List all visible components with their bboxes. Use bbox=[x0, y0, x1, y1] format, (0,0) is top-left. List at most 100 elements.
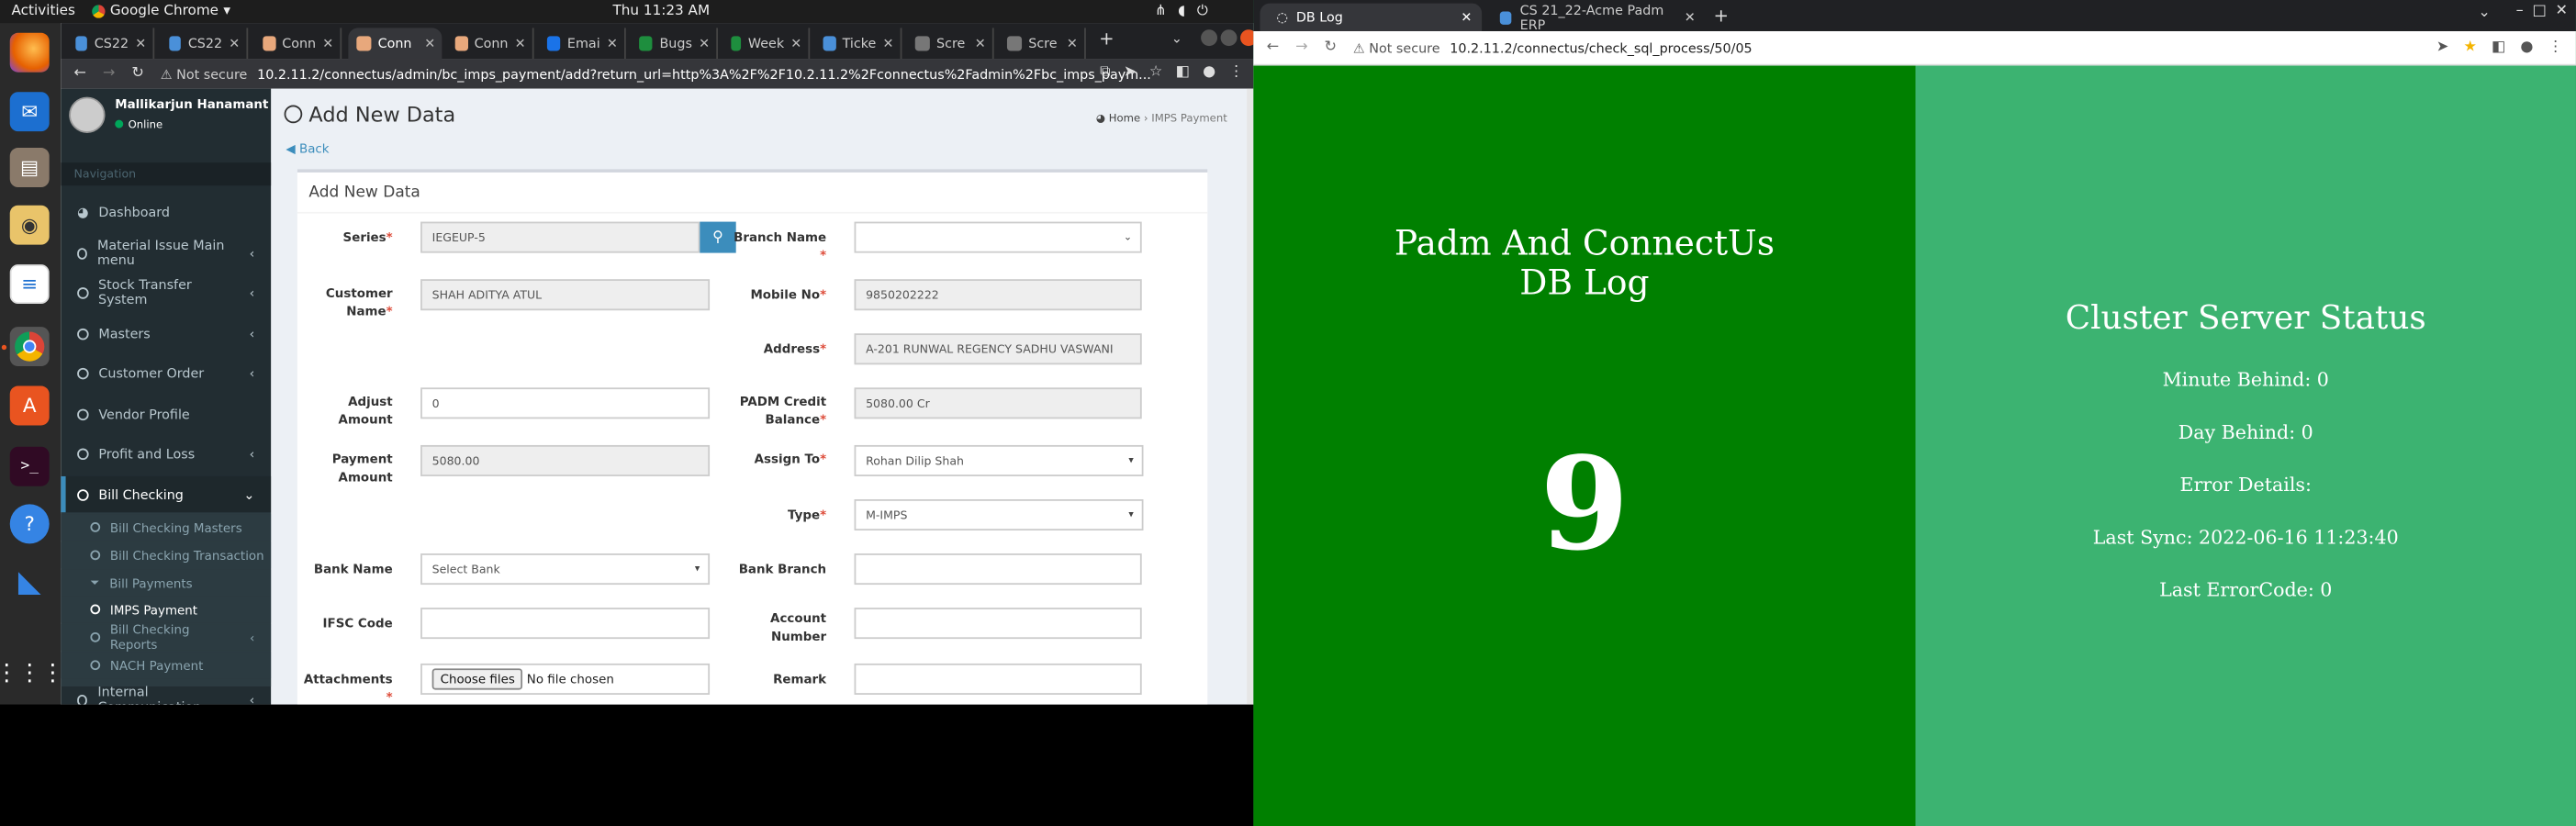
maximize-button[interactable]: □ bbox=[2532, 4, 2546, 20]
browser-tab[interactable]: Conn ✕ bbox=[447, 28, 534, 60]
browser-tab-active[interactable]: ◌ DB Log ✕ bbox=[1260, 3, 1483, 32]
close-icon[interactable]: ✕ bbox=[1067, 36, 1078, 50]
back-arrow-icon[interactable]: ← bbox=[74, 66, 87, 83]
remark-field[interactable] bbox=[854, 663, 1142, 695]
padm-credit-balance-field[interactable]: 5080.00 Cr bbox=[854, 387, 1142, 419]
sidebar-sub-imps-payment[interactable]: IMPS Payment bbox=[61, 596, 272, 623]
side-panel-icon[interactable]: ◧ bbox=[1176, 64, 1190, 81]
payment-amount-field[interactable]: 5080.00 bbox=[420, 444, 711, 476]
breadcrumb-home[interactable]: Home bbox=[1109, 112, 1140, 125]
chrome-dock-icon[interactable] bbox=[9, 327, 50, 367]
sidebar-item-material-issue[interactable]: Material Issue Main menu ‹ bbox=[61, 235, 271, 271]
menu-kebab-icon[interactable]: ⋮ bbox=[2548, 39, 2563, 56]
rhythmbox-icon[interactable]: ◉ bbox=[9, 205, 50, 245]
close-window-button[interactable] bbox=[1240, 29, 1254, 47]
close-icon[interactable]: ✕ bbox=[322, 36, 333, 50]
close-icon[interactable]: ✕ bbox=[135, 36, 146, 50]
browser-tab-active[interactable]: Conn ✕ bbox=[348, 28, 442, 60]
browser-tab[interactable]: Bugs ✕ bbox=[631, 28, 719, 60]
close-window-button[interactable]: ✕ bbox=[2555, 4, 2568, 20]
profile-icon[interactable]: ● bbox=[2520, 39, 2533, 56]
sidebar-item-masters[interactable]: Masters ‹ bbox=[61, 316, 271, 352]
bank-branch-field[interactable] bbox=[854, 553, 1142, 586]
bookmark-star-icon[interactable]: ☆ bbox=[1149, 64, 1162, 81]
sidebar-item-bill-checking[interactable]: Bill Checking ⌄ bbox=[61, 475, 272, 513]
new-tab-button[interactable]: + bbox=[1713, 5, 1728, 26]
files-icon[interactable]: ▤ bbox=[9, 148, 50, 188]
address-field[interactable]: A-201 RUNWAL REGENCY SADHU VASWANI bbox=[854, 333, 1142, 365]
sidebar-item-profit-loss[interactable]: Profit and Loss ‹ bbox=[61, 435, 271, 471]
dolphin-icon[interactable]: ◣ bbox=[10, 562, 50, 601]
mobile-no-field[interactable]: 9850202222 bbox=[854, 279, 1142, 311]
close-icon[interactable]: ✕ bbox=[975, 36, 986, 50]
sidebar-item-vendor-profile[interactable]: Vendor Profile bbox=[61, 396, 271, 431]
ifsc-code-field[interactable] bbox=[420, 608, 711, 640]
choose-files-button[interactable]: Choose files bbox=[431, 668, 523, 690]
customer-name-field[interactable]: SHAH ADITYA ATUL bbox=[420, 279, 711, 311]
clock[interactable]: Thu 11:23 AM bbox=[612, 4, 710, 20]
sidebar-item-internal-communication[interactable]: Internal Communication ‹ bbox=[61, 682, 271, 705]
type-select[interactable]: M-IMPS ▾ bbox=[854, 499, 1144, 531]
close-icon[interactable]: ✕ bbox=[515, 36, 526, 50]
system-tray[interactable]: ⋔ ◖ ⏻ bbox=[1155, 4, 1208, 20]
forward-arrow-icon[interactable]: → bbox=[103, 66, 116, 83]
thunderbird-icon[interactable]: ✉ bbox=[9, 92, 50, 132]
close-icon[interactable]: ✕ bbox=[882, 36, 893, 50]
attachments-field[interactable]: Choose files No file chosen bbox=[420, 663, 711, 695]
help-icon[interactable]: ? bbox=[9, 504, 50, 544]
firefox-icon[interactable] bbox=[9, 32, 50, 73]
not-secure-indicator[interactable]: ⚠ Not secure bbox=[1353, 40, 1440, 55]
profile-icon[interactable]: ● bbox=[1203, 64, 1215, 81]
side-panel-icon[interactable]: ◧ bbox=[2492, 39, 2505, 56]
account-number-field[interactable] bbox=[854, 608, 1142, 640]
sidebar-item-customer-order[interactable]: Customer Order ‹ bbox=[61, 355, 271, 391]
new-tab-button[interactable]: + bbox=[1099, 28, 1114, 49]
sidebar-item-stock-transfer[interactable]: Stock Transfer System ‹ bbox=[61, 274, 271, 310]
menu-kebab-icon[interactable]: ⋮ bbox=[1229, 64, 1244, 81]
close-icon[interactable]: ✕ bbox=[699, 36, 710, 50]
series-field[interactable]: IEGEUP-5 bbox=[420, 221, 700, 253]
minimize-button[interactable] bbox=[1201, 29, 1218, 47]
browser-tab[interactable]: CS22 ✕ bbox=[67, 28, 155, 60]
share-icon[interactable]: ➤ bbox=[1124, 64, 1137, 81]
writer-icon[interactable]: ≡ bbox=[9, 264, 50, 305]
browser-tab[interactable]: CS 21_22-Acme Padm ERP ✕ bbox=[1484, 3, 1706, 32]
sidebar-item-dashboard[interactable]: ◕ Dashboard bbox=[61, 194, 271, 229]
adjust-amount-field[interactable]: 0 bbox=[420, 387, 711, 419]
close-icon[interactable]: ✕ bbox=[790, 36, 801, 50]
not-secure-indicator[interactable]: ⚠ Not secure bbox=[161, 66, 248, 81]
browser-tab[interactable]: Scre ✕ bbox=[907, 28, 994, 60]
browser-tab[interactable]: Emai ✕ bbox=[539, 28, 626, 60]
bank-name-select[interactable]: Select Bank ▾ bbox=[420, 553, 711, 586]
close-icon[interactable]: ✕ bbox=[229, 36, 240, 50]
assign-to-select[interactable]: Rohan Dilip Shah ▾ bbox=[854, 444, 1144, 476]
browser-tab[interactable]: Ticke ✕ bbox=[815, 28, 902, 60]
back-link[interactable]: ◀ Back bbox=[286, 141, 329, 156]
activities-button[interactable]: Activities bbox=[12, 4, 75, 20]
bookmark-star-icon[interactable]: ★ bbox=[2463, 39, 2476, 56]
reload-icon[interactable]: ↻ bbox=[1325, 39, 1338, 56]
sidebar-sub-bill-checking-masters[interactable]: Bill Checking Masters bbox=[61, 514, 272, 541]
app-grid-icon[interactable]: ⋮⋮⋮ bbox=[0, 653, 64, 693]
maximize-button[interactable] bbox=[1220, 29, 1238, 47]
minimize-button[interactable]: – bbox=[2516, 4, 2524, 20]
browser-tab[interactable]: Week ✕ bbox=[722, 28, 811, 60]
close-icon[interactable]: ✕ bbox=[1461, 10, 1472, 25]
browser-tab[interactable]: Conn ✕ bbox=[254, 28, 342, 60]
browser-tab[interactable]: CS22 ✕ bbox=[161, 28, 249, 60]
sidebar-sub-bill-checking-reports[interactable]: Bill Checking Reports ‹ bbox=[61, 622, 272, 652]
scrollbar[interactable] bbox=[1247, 88, 1254, 705]
share-icon[interactable]: ➤ bbox=[2436, 39, 2449, 56]
translate-icon[interactable]: ⧉ bbox=[1100, 64, 1111, 81]
software-icon[interactable]: A bbox=[9, 385, 50, 426]
close-icon[interactable]: ✕ bbox=[607, 36, 618, 50]
sidebar-sub-bill-checking-transaction[interactable]: Bill Checking Transaction bbox=[61, 541, 272, 569]
tab-search-chevron-icon[interactable]: ⌄ bbox=[2478, 5, 2491, 21]
tab-search-chevron-icon[interactable]: ⌄ bbox=[1171, 31, 1182, 46]
sidebar-sub-bill-payments[interactable]: ⏷ Bill Payments bbox=[61, 569, 272, 597]
branch-name-select[interactable]: ⌄ bbox=[854, 221, 1142, 253]
close-icon[interactable]: ✕ bbox=[1685, 10, 1696, 25]
back-arrow-icon[interactable]: ← bbox=[1267, 39, 1280, 56]
terminal-icon[interactable]: >_ bbox=[9, 446, 50, 486]
forward-arrow-icon[interactable]: → bbox=[1295, 39, 1308, 56]
